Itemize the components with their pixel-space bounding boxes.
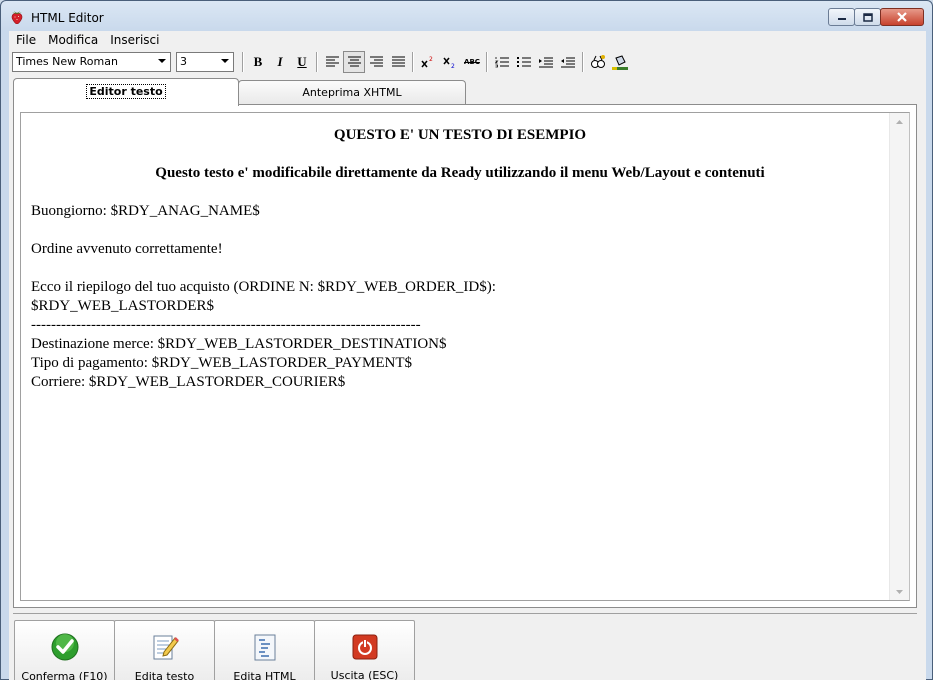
align-center-button[interactable] [343, 50, 365, 73]
bullet-list-icon [517, 56, 531, 67]
paint-bucket-icon [612, 54, 628, 70]
edit-text-button[interactable]: Edita testo [114, 620, 215, 680]
outdent-button[interactable] [557, 51, 579, 73]
chevron-down-icon[interactable] [216, 53, 233, 71]
indent-button[interactable] [535, 51, 557, 73]
numbered-list-button[interactable] [491, 51, 513, 73]
title-bar[interactable]: HTML Editor [1, 1, 932, 31]
action-bar: Conferma (F10) Edita testo Edita HTML Us… [13, 613, 917, 680]
superscript-button[interactable]: 2 [417, 51, 439, 73]
align-right-icon [369, 56, 383, 67]
html-document-icon [249, 632, 281, 662]
confirmation-line: Ordine avvenuto correttamente! [31, 241, 223, 257]
destination-line: Destinazione merce: $RDY_WEB_LASTORDER_D… [31, 336, 447, 352]
menu-file[interactable]: File [9, 32, 42, 48]
menu-inserisci[interactable]: Inserisci [104, 32, 165, 48]
recap-line: Ecco il riepilogo del tuo acquisto (ORDI… [31, 279, 496, 295]
tab-panel: QUESTO E' UN TESTO DI ESEMPIO Questo tes… [13, 104, 917, 608]
find-button[interactable] [587, 51, 609, 73]
align-left-icon [325, 56, 339, 67]
minimize-button[interactable] [828, 8, 855, 26]
app-window: HTML Editor File Modifica Inserisci Time… [0, 0, 933, 680]
tab-anteprima-xhtml[interactable]: Anteprima XHTML [238, 80, 466, 107]
font-family-select[interactable]: Times New Roman [12, 51, 171, 72]
payment-line: Tipo di pagamento: $RDY_WEB_LASTORDER_PA… [31, 355, 413, 371]
window-title: HTML Editor [31, 11, 104, 25]
underline-button[interactable]: U [291, 51, 313, 73]
tab-strip: Editor testo Anteprima XHTML [13, 78, 923, 107]
superscript-icon: 2 [421, 56, 433, 67]
menu-modifica[interactable]: Modifica [42, 32, 104, 48]
toolbar-separator [486, 51, 488, 72]
svg-text:2: 2 [451, 63, 455, 68]
strikethrough-button[interactable]: ABC [461, 51, 483, 73]
maximize-button[interactable] [854, 8, 881, 26]
align-right-button[interactable] [365, 51, 387, 73]
confirm-button[interactable]: Conferma (F10) [14, 620, 115, 680]
scroll-down-icon[interactable] [890, 583, 909, 600]
exit-button[interactable]: Uscita (ESC) [314, 620, 415, 680]
toolbar-separator [582, 51, 584, 72]
align-center-icon [347, 56, 361, 67]
edit-html-button[interactable]: Edita HTML [214, 620, 315, 680]
text-color-button[interactable] [609, 51, 631, 73]
close-button[interactable] [880, 8, 924, 26]
menu-bar: File Modifica Inserisci [9, 31, 926, 49]
minimize-icon [837, 18, 846, 20]
bullet-list-button[interactable] [513, 51, 535, 73]
outdent-icon [561, 57, 575, 67]
chevron-down-icon[interactable] [153, 53, 170, 71]
power-icon [349, 632, 381, 661]
bold-button[interactable]: B [247, 51, 269, 73]
toolbar-separator [242, 51, 244, 72]
document-title: QUESTO E' UN TESTO DI ESEMPIO [333, 127, 587, 143]
tab-editor-testo[interactable]: Editor testo [13, 78, 239, 106]
subscript-button[interactable]: 2 [439, 51, 461, 73]
italic-button[interactable]: I [269, 51, 291, 73]
rich-text-editor[interactable]: QUESTO E' UN TESTO DI ESEMPIO Questo tes… [20, 112, 910, 601]
subscript-icon: 2 [443, 57, 455, 68]
toolbar-separator [412, 51, 414, 72]
indent-icon [539, 57, 553, 67]
align-justify-button[interactable] [387, 51, 409, 73]
vertical-scrollbar[interactable] [889, 113, 909, 600]
align-left-button[interactable] [321, 51, 343, 73]
toolbar-separator [316, 51, 318, 72]
scroll-up-icon[interactable] [890, 113, 909, 130]
client-area: File Modifica Inserisci Times New Roman … [9, 31, 926, 680]
format-toolbar: Times New Roman 3 B I U 2 2 ABC [9, 49, 926, 74]
font-size-select[interactable]: 3 [176, 51, 234, 72]
checkmark-icon [49, 632, 81, 662]
strawberry-icon [11, 11, 23, 24]
binoculars-icon [591, 54, 605, 68]
maximize-icon [862, 12, 873, 22]
numbered-list-icon [495, 56, 509, 67]
editor-content[interactable]: QUESTO E' UN TESTO DI ESEMPIO Questo tes… [21, 113, 889, 600]
svg-text:2: 2 [429, 56, 433, 63]
greeting-line: Buongiorno: $RDY_ANAG_NAME$ [31, 203, 260, 219]
close-icon [897, 12, 907, 22]
align-justify-icon [391, 56, 405, 67]
document-subtitle: Questo testo e' modificabile direttament… [155, 165, 765, 181]
lastorder-line: $RDY_WEB_LASTORDER$ [31, 298, 215, 314]
courier-line: Corriere: $RDY_WEB_LASTORDER_COURIER$ [31, 374, 346, 390]
separator-line: ----------------------------------------… [31, 317, 421, 333]
edit-document-icon [149, 632, 181, 662]
